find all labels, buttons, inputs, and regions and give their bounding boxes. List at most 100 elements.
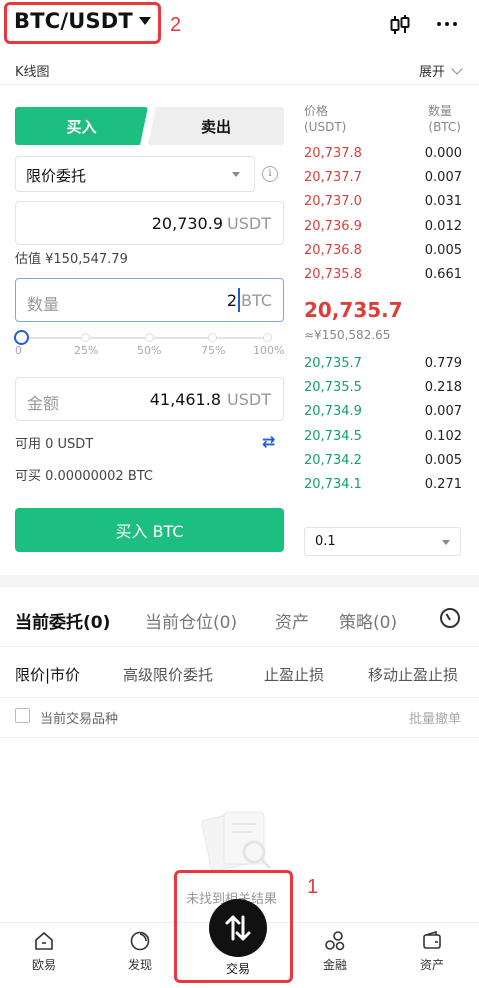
info-icon[interactable]: i — [262, 166, 278, 182]
tab-strategies[interactable]: 策略(0) — [339, 608, 397, 633]
annotation-number-1: 1 — [307, 876, 319, 898]
amount-unit: USDT — [227, 390, 271, 409]
history-icon[interactable] — [440, 608, 460, 628]
nav-item-discover[interactable]: 发现 — [110, 930, 170, 973]
bid-row[interactable]: 20,735.7 0.779 — [304, 356, 462, 374]
last-price-cny: ≈¥150,582.65 — [304, 328, 391, 342]
bid-price: 20,734.5 — [304, 428, 362, 444]
slider-label-75: 75% — [201, 344, 226, 357]
ask-price: 20,736.9 — [304, 218, 362, 234]
kline-bar[interactable]: K线图 展开 — [0, 53, 479, 85]
subtab-limit-market[interactable]: 限价|市价 — [15, 664, 80, 685]
ask-row[interactable]: 20,737.0 0.031 — [304, 194, 462, 212]
buy-btc-button[interactable]: 买入 BTC — [15, 508, 284, 552]
slider-label-25: 25% — [74, 344, 99, 357]
valuation-text: 估值 ¥150,547.79 — [15, 252, 128, 267]
subtab-trailing-stop[interactable]: 移动止盈止损 — [368, 664, 479, 685]
ask-row[interactable]: 20,736.8 0.005 — [304, 243, 462, 261]
amount-placeholder: 金额 — [27, 394, 60, 413]
bid-row[interactable]: 20,734.2 0.005 — [304, 453, 462, 471]
finance-icon — [325, 931, 345, 951]
bid-price: 20,734.2 — [304, 452, 362, 468]
ask-price: 20,736.8 — [304, 242, 362, 258]
tab-positions[interactable]: 当前仓位(0) — [145, 608, 237, 633]
ask-row[interactable]: 20,735.8 0.661 — [304, 267, 462, 285]
buy-tab[interactable]: 买入 — [15, 107, 148, 145]
expand-label: 展开 — [418, 65, 445, 80]
slider-stop-75[interactable] — [208, 333, 217, 342]
price-unit: USDT — [227, 214, 271, 233]
depth-value: 0.1 — [315, 534, 336, 549]
more-horizontal-icon[interactable] — [436, 20, 458, 28]
current-pair-checkbox[interactable] — [15, 708, 30, 723]
chevron-down-icon — [451, 62, 463, 75]
ask-row[interactable]: 20,736.9 0.012 — [304, 219, 462, 237]
tab-assets[interactable]: 资产 — [275, 608, 309, 633]
current-pair-label: 当前交易品种 — [40, 712, 119, 727]
ask-qty: 0.031 — [424, 194, 462, 210]
slider-label-50: 50% — [137, 344, 162, 357]
home-icon — [35, 931, 53, 950]
section-divider — [0, 575, 479, 587]
slider-label-100: 100% — [253, 344, 285, 357]
ask-qty: 0.005 — [424, 242, 462, 258]
subtab-advanced-limit[interactable]: 高级限价委托 — [123, 664, 213, 685]
nav-item-finance[interactable]: 金融 — [305, 930, 365, 973]
bid-row[interactable]: 20,734.5 0.102 — [304, 429, 462, 447]
annotation-box-1 — [174, 870, 293, 983]
quantity-unit: BTC — [241, 291, 272, 310]
divider — [0, 697, 479, 698]
bid-qty: 0.271 — [424, 477, 462, 492]
price-header: 价格 (USDT) — [304, 104, 347, 134]
bid-qty: 0.218 — [424, 380, 462, 396]
discover-icon — [130, 931, 150, 951]
ask-row[interactable]: 20,737.7 0.007 — [304, 170, 462, 188]
max-buy-text: 可买 0.00000002 BTC — [15, 469, 154, 484]
slider-stop-50[interactable] — [145, 333, 154, 342]
empty-state-icon — [201, 811, 272, 872]
ask-price: 20,737.7 — [304, 170, 362, 186]
annotation-box-2 — [4, 2, 161, 44]
slider-handle[interactable] — [14, 330, 29, 345]
order-type-select[interactable]: 限价委托 — [15, 156, 255, 192]
last-price: 20,735.7 — [304, 298, 403, 322]
transfer-icon[interactable]: ⇄ — [262, 432, 275, 451]
nav-label-finance: 金融 — [322, 958, 347, 972]
tab-current-orders[interactable]: 当前委托(0) — [15, 608, 110, 633]
bid-qty: 0.779 — [424, 356, 462, 371]
qty-header: 数量 (BTC) — [428, 104, 461, 134]
ask-price: 20,735.8 — [304, 267, 362, 282]
ask-qty: 0.661 — [424, 267, 462, 282]
sell-tab[interactable]: 卖出 — [148, 107, 284, 145]
nav-item-assets[interactable]: 资产 — [402, 930, 462, 973]
nav-label-home: 欧易 — [31, 958, 56, 972]
dropdown-arrow-icon — [232, 172, 240, 177]
nav-item-home[interactable]: 欧易 — [14, 930, 74, 973]
bid-row[interactable]: 20,734.9 0.007 — [304, 404, 462, 422]
bid-price: 20,734.1 — [304, 477, 362, 492]
price-input[interactable]: 20,730.9 USDT — [15, 201, 284, 245]
available-balance: 可用 0 USDT — [15, 437, 94, 452]
subtab-tp-sl[interactable]: 止盈止损 — [264, 664, 324, 685]
quantity-input[interactable]: 数量 2 BTC — [15, 278, 284, 322]
expand-toggle[interactable]: 展开 — [418, 61, 463, 80]
slider-stop-100[interactable] — [263, 333, 272, 342]
slider-stop-25[interactable] — [81, 333, 90, 342]
batch-cancel-button[interactable]: 批量撤单 — [409, 708, 461, 727]
bid-price: 20,735.5 — [304, 380, 362, 396]
bid-row[interactable]: 20,735.5 0.218 — [304, 380, 462, 398]
ask-row[interactable]: 20,737.8 0.000 — [304, 146, 462, 164]
quantity-placeholder: 数量 — [27, 295, 60, 314]
depth-select[interactable]: 0.1 — [304, 527, 461, 556]
candlestick-icon[interactable] — [388, 13, 412, 37]
dropdown-arrow-icon — [442, 540, 450, 545]
amount-value: 41,461.8 — [149, 390, 221, 409]
divider — [0, 737, 479, 738]
bid-row[interactable]: 20,734.1 0.271 — [304, 477, 462, 495]
ask-price: 20,737.0 — [304, 194, 362, 210]
nav-label-discover: 发现 — [127, 958, 152, 972]
bid-qty: 0.102 — [424, 428, 462, 444]
slider-label-0: 0 — [15, 344, 22, 357]
quantity-value: 2 — [226, 291, 237, 310]
amount-input[interactable]: 金额 41,461.8 USDT — [15, 377, 284, 421]
